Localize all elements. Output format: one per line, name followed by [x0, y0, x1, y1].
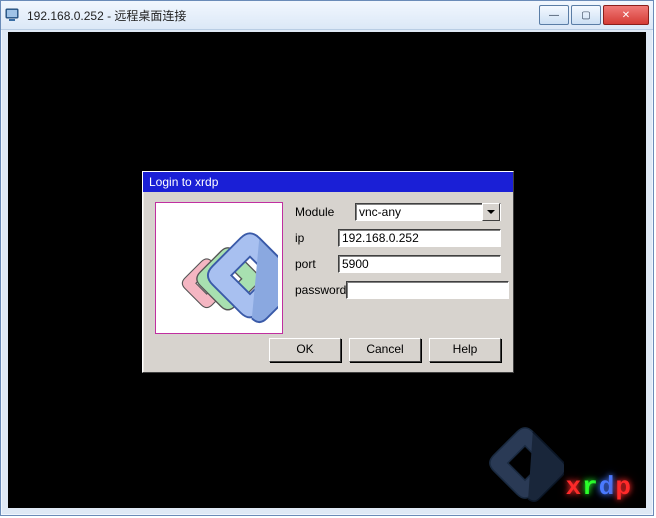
ok-button[interactable]: OK	[269, 338, 341, 362]
label-module: Module	[295, 205, 355, 219]
window-buttons: — ▢ ✕	[537, 5, 649, 25]
rdp-app-icon	[5, 7, 21, 23]
brand-letter-x: x	[566, 472, 583, 502]
rdp-window: 192.168.0.252 - 远程桌面连接 — ▢ ✕ Login to xr…	[0, 0, 654, 516]
xrdp-brand-text: x r d p	[566, 472, 632, 502]
help-label: Help	[453, 342, 478, 356]
brand-letter-d: d	[599, 472, 616, 502]
row-password: password	[295, 280, 501, 300]
xrdp-brand: x r d p	[486, 424, 632, 502]
cancel-button[interactable]: Cancel	[349, 338, 421, 362]
cancel-label: Cancel	[366, 342, 403, 356]
dialog-body: Module vnc-any ip port	[143, 192, 513, 372]
chevron-down-icon	[482, 203, 500, 221]
minimize-button[interactable]: —	[539, 5, 569, 25]
remote-screen: Login to xrdp	[8, 32, 646, 508]
xrdp-logo-icon	[160, 209, 278, 327]
maximize-icon: ▢	[581, 10, 590, 21]
row-module: Module vnc-any	[295, 202, 501, 222]
label-ip: ip	[295, 231, 338, 245]
close-icon: ✕	[622, 10, 630, 21]
close-button[interactable]: ✕	[603, 5, 649, 25]
row-ip: ip	[295, 228, 501, 248]
row-port: port	[295, 254, 501, 274]
dialog-buttons: OK Cancel Help	[269, 338, 501, 362]
brand-letter-r: r	[582, 472, 599, 502]
brand-letter-p: p	[615, 472, 632, 502]
password-input[interactable]	[346, 281, 509, 299]
module-value: vnc-any	[359, 205, 401, 219]
help-button[interactable]: Help	[429, 338, 501, 362]
module-select[interactable]: vnc-any	[355, 203, 501, 221]
dialog-title[interactable]: Login to xrdp	[143, 172, 513, 192]
xrdp-brand-x-icon	[486, 424, 564, 502]
label-port: port	[295, 257, 338, 271]
login-form: Module vnc-any ip port	[295, 202, 501, 306]
ok-label: OK	[296, 342, 313, 356]
ip-input[interactable]	[338, 229, 501, 247]
maximize-button[interactable]: ▢	[571, 5, 601, 25]
window-title: 192.168.0.252 - 远程桌面连接	[27, 7, 537, 24]
titlebar[interactable]: 192.168.0.252 - 远程桌面连接 — ▢ ✕	[1, 1, 653, 30]
xrdp-login-dialog: Login to xrdp	[142, 171, 514, 373]
port-input[interactable]	[338, 255, 501, 273]
xrdp-logo-frame	[155, 202, 283, 334]
minimize-icon: —	[549, 10, 559, 21]
label-password: password	[295, 283, 346, 297]
